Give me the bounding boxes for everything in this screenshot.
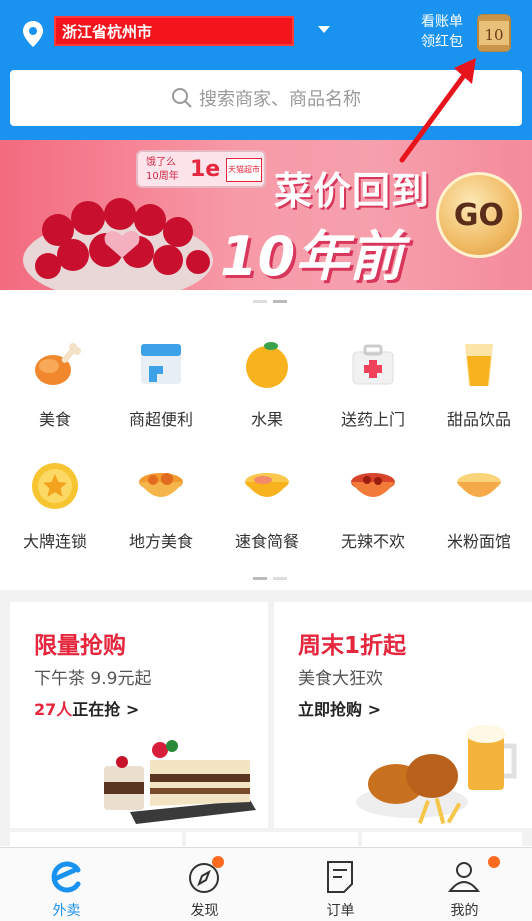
juice-icon [465,344,493,386]
pager-dot-active [253,577,267,580]
tab-discover[interactable]: 发现 [138,848,271,921]
eleme-icon [51,861,81,893]
promo-section: 限量抢购 下午茶 9.9元起 27人正在抢 > 周末1折起 美食大狂欢 立即抢购… [0,590,532,846]
logo-store: 天猫超市 [226,158,262,182]
bottom-tab-bar: 外卖 发现 订单 我的 [0,847,532,921]
chevron-down-icon[interactable] [318,26,330,33]
pager-dot [273,577,287,580]
address-redacted[interactable]: 浙江省杭州市 [54,16,294,46]
search-input[interactable]: 搜索商家、商品名称 [199,85,361,111]
cta-text: 立即抢购 > [298,700,381,719]
category-label: 速食简餐 [234,532,299,551]
notification-badge [212,856,224,868]
category-local-food[interactable]: 地方美食 [108,460,214,570]
category-label: 送药上门 [340,410,405,429]
cake-image [104,740,256,824]
category-label: 甜品饮品 [446,410,511,429]
banner-subtitle: 10年前 [220,225,404,288]
promo-card-partial [362,832,522,846]
bill-line2: 领红包 [421,34,463,50]
tab-profile[interactable]: 我的 [398,848,531,921]
cta-text: 正在抢 > [72,700,140,719]
category-spicy[interactable]: 无辣不欢 [320,460,426,570]
category-pager [253,577,293,581]
rice-noodle-icon [457,473,501,497]
category-noodles[interactable]: 米粉面馆 [426,460,532,570]
promo-title: 周末1折起 [298,633,407,659]
promo-card-flash-sale[interactable]: 限量抢购 下午茶 9.9元起 27人正在抢 > [10,602,268,828]
banner-pager [253,300,293,304]
go-label: GO [453,197,505,233]
bowl-noodle-icon [245,473,289,497]
category-label: 无辣不欢 [340,532,405,551]
annotation-arrow-icon [399,58,476,163]
category-medicine[interactable]: 送药上门 [320,338,426,448]
pager-dot-active [273,300,287,303]
go-button[interactable]: GO [436,172,522,258]
search-icon [172,88,192,108]
promo-title: 限量抢购 [34,633,126,659]
bill-redpacket-link[interactable]: 看账单 领红包 [414,12,470,52]
promo-cta[interactable]: 27人正在抢 > [34,696,139,720]
category-label: 商超便利 [128,410,193,429]
category-label: 大牌连锁 [22,532,87,551]
bowl-icon [139,473,183,497]
tab-takeout[interactable]: 外卖 [0,848,133,921]
category-label: 地方美食 [128,532,193,551]
bill-badge-number: 10 [484,26,503,44]
category-dessert[interactable]: 甜品饮品 [426,338,532,448]
bill-scroll-icon[interactable]: 10 [474,12,514,54]
logo-tag: 饿了么 10周年 [146,157,179,182]
tab-label: 发现 [190,903,219,919]
chicken-beer-image [356,725,517,824]
banner-title: 菜价回到 [274,169,431,213]
category-label: 美食 [38,410,71,429]
category-fruit[interactable]: 水果 [214,338,320,448]
cta-count: 27人 [34,700,73,719]
order-icon [327,861,353,893]
notification-badge [488,856,500,868]
star-coin-icon [32,463,78,509]
tab-label: 订单 [326,903,355,919]
first-aid-icon [352,344,394,385]
anniversary-logo: 饿了么 10周年 1e 天猫超市 [136,150,266,188]
profile-icon [447,862,481,892]
category-supermarket[interactable]: 商超便利 [108,338,214,448]
promo-card-partial [186,832,358,846]
promo-subtitle: 美食大狂欢 [298,669,383,689]
tab-label: 我的 [450,903,479,919]
category-label: 水果 [250,410,283,429]
category-food[interactable]: 美食 [2,338,108,448]
promo-card-weekend[interactable]: 周末1折起 美食大狂欢 立即抢购 > [274,602,532,828]
tab-orders[interactable]: 订单 [274,848,407,921]
app-screen: 浙江省杭州市 看账单 领红包 10 搜索商家、商品名称 饿了么 10周年 1e … [0,0,532,921]
category-brand-chain[interactable]: 大牌连锁 [2,460,108,570]
category-label: 米粉面馆 [446,532,511,551]
orange-icon [246,342,288,388]
tab-label: 外卖 [52,903,81,919]
location-pin-icon [23,21,43,47]
logo-brand: 1e [190,157,221,182]
rose-bouquet-image [23,198,213,290]
category-fast-food[interactable]: 速食简餐 [214,460,320,570]
bill-line1: 看账单 [421,14,463,30]
promo-subtitle: 下午茶 9.9元起 [34,669,152,689]
store-icon [141,344,181,384]
drumstick-icon [35,343,81,385]
address-text: 浙江省杭州市 [62,23,153,41]
spicy-bowl-icon [351,473,395,497]
pager-dot [253,300,267,303]
promo-card-partial [10,832,182,846]
promo-cta[interactable]: 立即抢购 > [298,696,381,720]
